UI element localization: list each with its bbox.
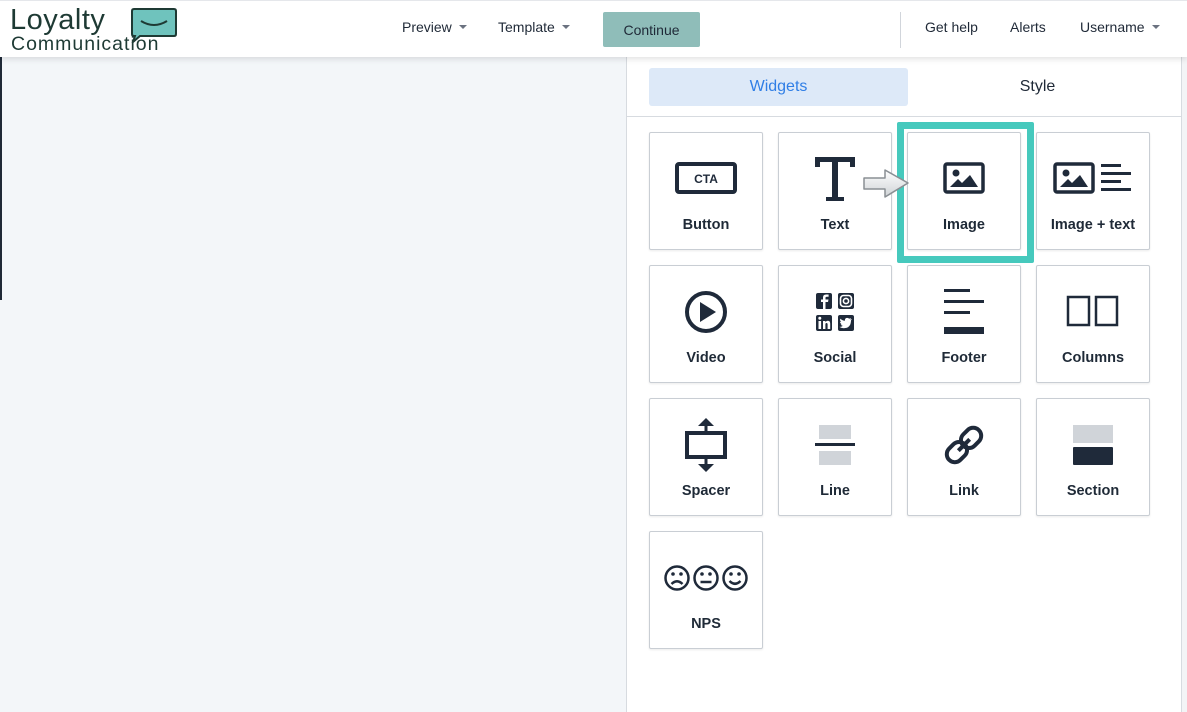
widget-label: NPS [691,616,721,632]
widget-video[interactable]: Video [649,265,763,383]
tabs-divider [627,116,1182,117]
section-icon [1037,415,1149,475]
get-help-link[interactable]: Get help [925,19,978,35]
alerts-link[interactable]: Alerts [1010,19,1046,35]
alerts-label: Alerts [1010,19,1046,35]
email-canvas[interactable] [0,57,626,712]
header-divider [900,12,901,48]
scrollbar[interactable] [1182,57,1187,712]
widget-spacer[interactable]: Spacer [649,398,763,516]
tab-widgets[interactable]: Widgets [649,68,908,106]
tab-style[interactable]: Style [908,68,1167,106]
widget-label: Line [820,483,850,499]
widget-label: Columns [1061,350,1125,366]
widget-label: Section [1066,483,1120,499]
footer-icon [908,282,1020,342]
widget-footer[interactable]: Footer [907,265,1021,383]
widget-nps[interactable]: NPS [649,531,763,649]
widget-button[interactable]: CTA Button [649,132,763,250]
widget-columns[interactable]: Columns [1036,265,1150,383]
social-icon [779,282,891,342]
cta-icon-text: CTA [694,172,718,186]
preview-label: Preview [402,19,452,35]
image-icon [908,149,1020,209]
canvas-edge [0,300,2,712]
user-menu[interactable]: Username [1080,19,1160,35]
template-label: Template [498,19,555,35]
line-icon [779,415,891,475]
panel-tabs: Widgets Style [649,68,1159,106]
link-icon [908,415,1020,475]
widget-label: Image [943,217,985,233]
top-bar: Loyalty Communication Preview Template C… [0,0,1187,57]
widget-label: Video [686,350,726,366]
username-label: Username [1080,19,1145,35]
widget-label: Social [813,350,857,366]
widget-label: Footer [941,350,987,366]
image-text-icon [1037,149,1149,209]
nps-icon [650,548,762,608]
widget-label: Button [682,217,730,233]
columns-icon [1037,282,1149,342]
widget-line[interactable]: Line [778,398,892,516]
pointer-arrow-icon [863,169,909,198]
widget-label: Spacer [681,483,731,499]
widget-social[interactable]: Social [778,265,892,383]
preview-menu[interactable]: Preview [402,19,467,35]
continue-button[interactable]: Continue [603,12,700,47]
brand-logo[interactable]: Loyalty Communication [10,5,185,55]
play-icon [650,282,762,342]
cta-icon: CTA [650,149,762,209]
widget-image-text[interactable]: Image + text [1036,132,1150,250]
spacer-icon [650,415,762,475]
widget-link[interactable]: Link [907,398,1021,516]
widget-label: Link [949,483,979,499]
widget-image[interactable]: Image [907,132,1021,250]
chevron-down-icon [458,25,467,29]
speech-bubble-icon [131,8,177,43]
widget-label: Text [820,217,850,233]
widget-section[interactable]: Section [1036,398,1150,516]
chevron-down-icon [561,25,570,29]
template-menu[interactable]: Template [498,19,570,35]
logo-text-loyalty: Loyalty [10,4,106,36]
get-help-label: Get help [925,19,978,35]
chevron-down-icon [1151,25,1160,29]
widget-label: Image + text [1050,217,1136,233]
